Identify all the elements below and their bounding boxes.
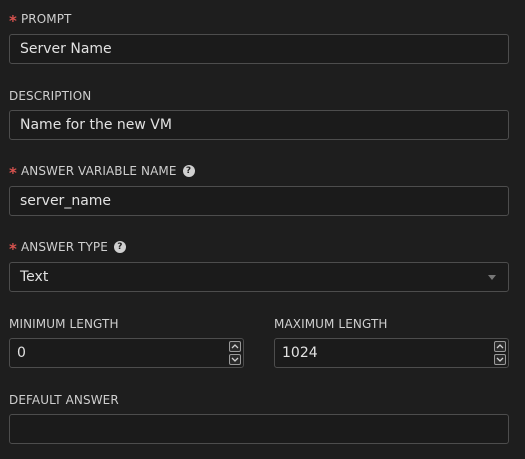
answer-variable-name-input-value: server_name <box>20 193 112 209</box>
maximum-length-input[interactable]: 1024 <box>274 338 509 368</box>
prompt-input[interactable]: Server Name <box>9 34 509 64</box>
caret-down-icon <box>488 275 496 280</box>
prompt-label: * PROMPT <box>9 12 72 30</box>
chevron-up-icon <box>231 344 239 349</box>
required-marker: * <box>9 164 17 182</box>
chevron-down-icon <box>496 357 504 362</box>
maximum-length-label: MAXIMUM LENGTH <box>274 317 388 331</box>
answer-type-select[interactable]: Text <box>9 262 509 292</box>
question-circle-icon[interactable]: ? <box>113 241 126 253</box>
answer-variable-name-input[interactable]: server_name <box>9 186 509 216</box>
maximum-length-input-value: 1024 <box>282 345 318 361</box>
answer-type-select-value: Text <box>20 269 49 285</box>
required-marker: * <box>9 240 17 258</box>
increment-button[interactable] <box>494 341 506 352</box>
prompt-input-value: Server Name <box>20 41 112 57</box>
prompt-label-text: PROMPT <box>20 12 72 26</box>
required-marker: * <box>9 12 17 30</box>
default-answer-label: DEFAULT ANSWER <box>9 393 119 407</box>
maximum-length-label-text: MAXIMUM LENGTH <box>274 317 388 331</box>
description-input[interactable]: Name for the new VM <box>9 110 509 140</box>
answer-variable-name-label: * ANSWER VARIABLE NAME ? <box>9 164 195 182</box>
minimum-length-input-value: 0 <box>17 345 26 361</box>
increment-button[interactable] <box>229 341 241 352</box>
decrement-button[interactable] <box>494 354 506 365</box>
description-label: DESCRIPTION <box>9 89 91 103</box>
answer-type-label-text: ANSWER TYPE <box>20 240 108 254</box>
description-label-text: DESCRIPTION <box>9 89 92 103</box>
minimum-length-label: MINIMUM LENGTH <box>9 317 119 331</box>
decrement-button[interactable] <box>229 354 241 365</box>
default-answer-input[interactable] <box>9 414 509 444</box>
default-answer-label-text: DEFAULT ANSWER <box>9 393 119 407</box>
chevron-down-icon <box>231 357 239 362</box>
minimum-length-label-text: MINIMUM LENGTH <box>9 317 119 331</box>
answer-type-label: * ANSWER TYPE ? <box>9 240 126 258</box>
answer-variable-name-label-text: ANSWER VARIABLE NAME <box>20 164 177 178</box>
chevron-up-icon <box>496 344 504 349</box>
minimum-length-input[interactable]: 0 <box>9 338 244 368</box>
description-input-value: Name for the new VM <box>20 117 172 133</box>
question-circle-icon[interactable]: ? <box>182 165 195 177</box>
maximum-length-stepper[interactable] <box>494 341 506 365</box>
minimum-length-stepper[interactable] <box>229 341 241 365</box>
